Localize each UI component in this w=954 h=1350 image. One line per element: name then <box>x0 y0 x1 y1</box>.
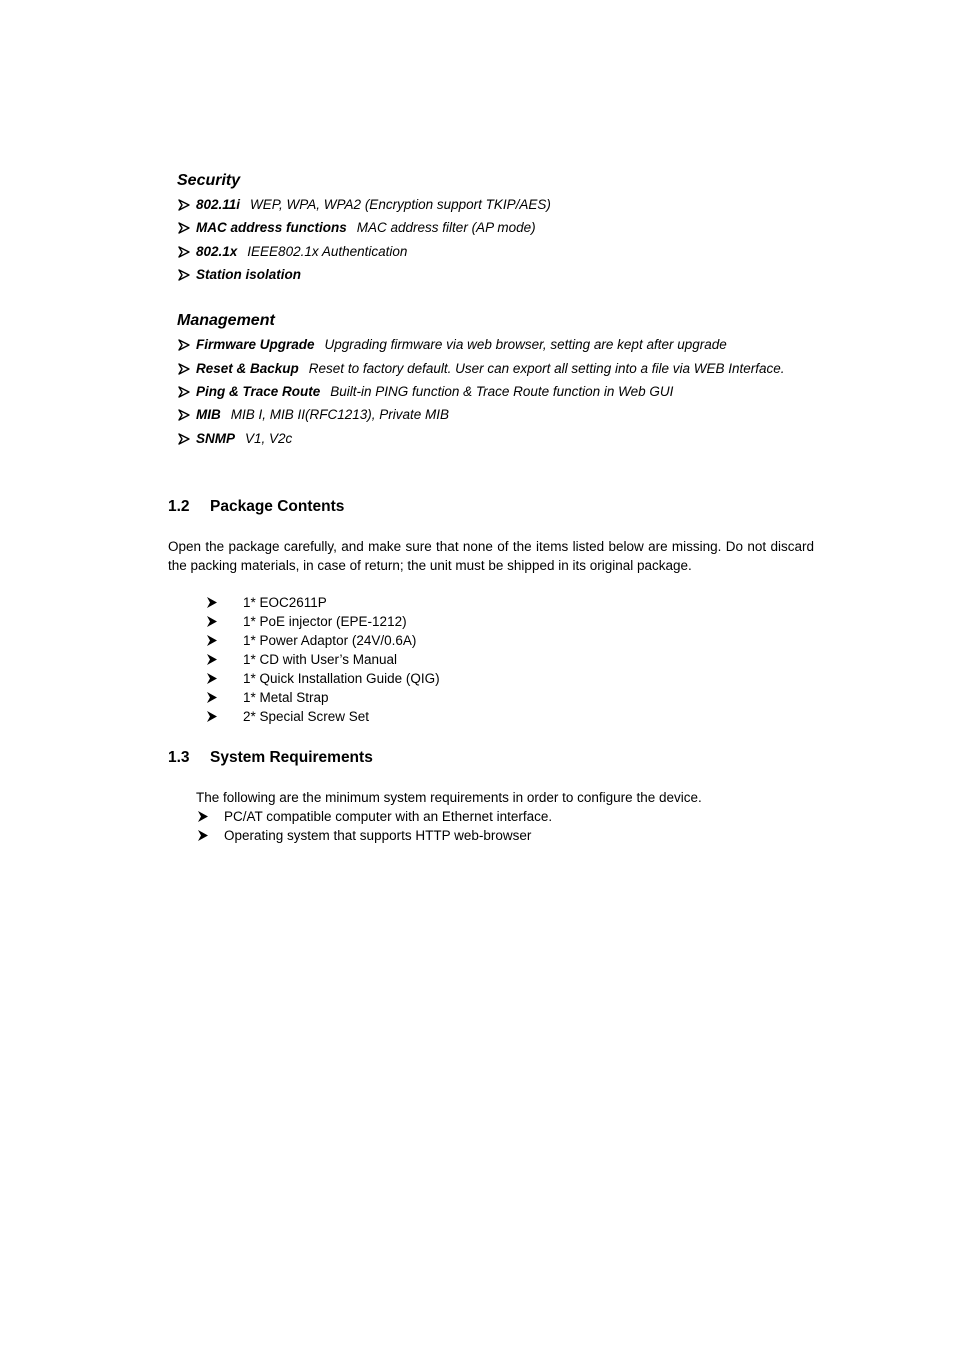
arrow-bullet-icon <box>178 245 190 258</box>
arrow-bullet-icon <box>178 221 190 234</box>
arrow-bullet-icon <box>178 362 190 375</box>
package-item: 1* Quick Installation Guide (QIG) <box>207 671 440 686</box>
package-item: 1* PoE injector (EPE-1212) <box>207 614 407 629</box>
package-item-text: 1* EOC2611P <box>243 595 327 610</box>
arrow-bullet-icon <box>207 635 217 646</box>
arrow-bullet-icon <box>198 811 208 822</box>
package-item-text: 1* Power Adaptor (24V/0.6A) <box>243 633 417 648</box>
feature-desc: Reset to factory default. User can expor… <box>308 361 785 376</box>
requirement-text: Operating system that supports HTTP web-… <box>224 828 532 843</box>
arrow-bullet-icon <box>178 338 190 351</box>
requirement-item: PC/AT compatible computer with an Ethern… <box>198 809 552 824</box>
arrow-bullet-icon <box>198 830 208 841</box>
feature-term: MIB <box>196 407 221 422</box>
arrow-bullet-icon <box>207 711 217 722</box>
arrow-bullet-icon <box>178 408 190 421</box>
package-item: 1* CD with User’s Manual <box>207 652 397 667</box>
security-heading: Security <box>177 172 241 189</box>
feature-term: MAC address functions <box>196 220 347 235</box>
package-contents-heading: 1.2 Package Contents <box>168 498 344 516</box>
requirement-item: Operating system that supports HTTP web-… <box>198 828 531 843</box>
package-item: 1* Metal Strap <box>207 690 329 705</box>
section-number: 1.2 <box>168 498 190 515</box>
feature-term: 802.1x <box>196 244 238 259</box>
arrow-bullet-icon <box>207 654 217 665</box>
arrow-bullet-icon <box>178 268 190 281</box>
feature-term: 802.11i <box>196 197 241 212</box>
section-title: Package Contents <box>210 498 345 515</box>
management-item: Ping & Trace Route Built-in PING functio… <box>178 384 673 399</box>
system-requirements-heading: 1.3 System Requirements <box>168 749 373 767</box>
feature-desc: Built-in PING function & Trace Route fun… <box>330 384 674 399</box>
arrow-bullet-icon <box>178 432 190 445</box>
feature-desc: Upgrading firmware via web browser, sett… <box>324 337 727 352</box>
feature-term: Firmware Upgrade <box>196 337 315 352</box>
management-item: Firmware Upgrade Upgrading firmware via … <box>178 337 727 352</box>
feature-desc: V1, V2c <box>245 431 293 446</box>
package-item-text: 1* PoE injector (EPE-1212) <box>243 614 407 629</box>
security-item: Station isolation <box>178 267 311 282</box>
feature-term: Reset & Backup <box>196 361 299 376</box>
section-number: 1.3 <box>168 749 190 766</box>
requirement-text: PC/AT compatible computer with an Ethern… <box>224 809 553 824</box>
package-item-text: 1* Metal Strap <box>243 690 329 705</box>
arrow-bullet-icon <box>207 616 217 627</box>
feature-term: Station isolation <box>196 267 302 282</box>
package-item: 1* Power Adaptor (24V/0.6A) <box>207 633 416 648</box>
management-heading: Management <box>177 312 275 329</box>
management-item: MIB MIB I, MIB II(RFC1213), Private MIB <box>178 407 449 422</box>
package-item-text: 2* Special Screw Set <box>243 709 370 724</box>
management-item: Reset & Backup Reset to factory default.… <box>178 361 785 376</box>
feature-term: Ping & Trace Route <box>196 384 321 399</box>
package-contents-intro: Open the package carefully, and make sur… <box>168 539 814 573</box>
arrow-bullet-icon <box>178 198 190 211</box>
package-item-text: 1* Quick Installation Guide (QIG) <box>243 671 440 686</box>
package-item-text: 1* CD with User’s Manual <box>243 652 398 667</box>
arrow-bullet-icon <box>178 385 190 398</box>
system-requirements-intro: The following are the minimum system req… <box>196 790 702 805</box>
security-item: 802.11i WEP, WPA, WPA2 (Encryption suppo… <box>178 197 551 212</box>
arrow-bullet-icon <box>207 597 217 608</box>
arrow-bullet-icon <box>207 673 217 684</box>
security-item: 802.1x IEEE802.1x Authentication <box>178 244 407 259</box>
feature-desc: MIB I, MIB II(RFC1213), Private MIB <box>230 407 450 422</box>
management-item: SNMP V1, V2c <box>178 431 292 446</box>
feature-desc: WEP, WPA, WPA2 (Encryption support TKIP/… <box>250 197 551 212</box>
arrow-bullet-icon <box>207 692 217 703</box>
package-item: 2* Special Screw Set <box>207 709 369 724</box>
feature-desc: IEEE802.1x Authentication <box>247 244 408 259</box>
section-title: System Requirements <box>210 749 373 766</box>
security-item: MAC address functions MAC address filter… <box>178 220 536 235</box>
feature-term: SNMP <box>196 431 236 446</box>
feature-desc: MAC address filter (AP mode) <box>356 220 536 235</box>
package-item: 1* EOC2611P <box>207 595 327 610</box>
